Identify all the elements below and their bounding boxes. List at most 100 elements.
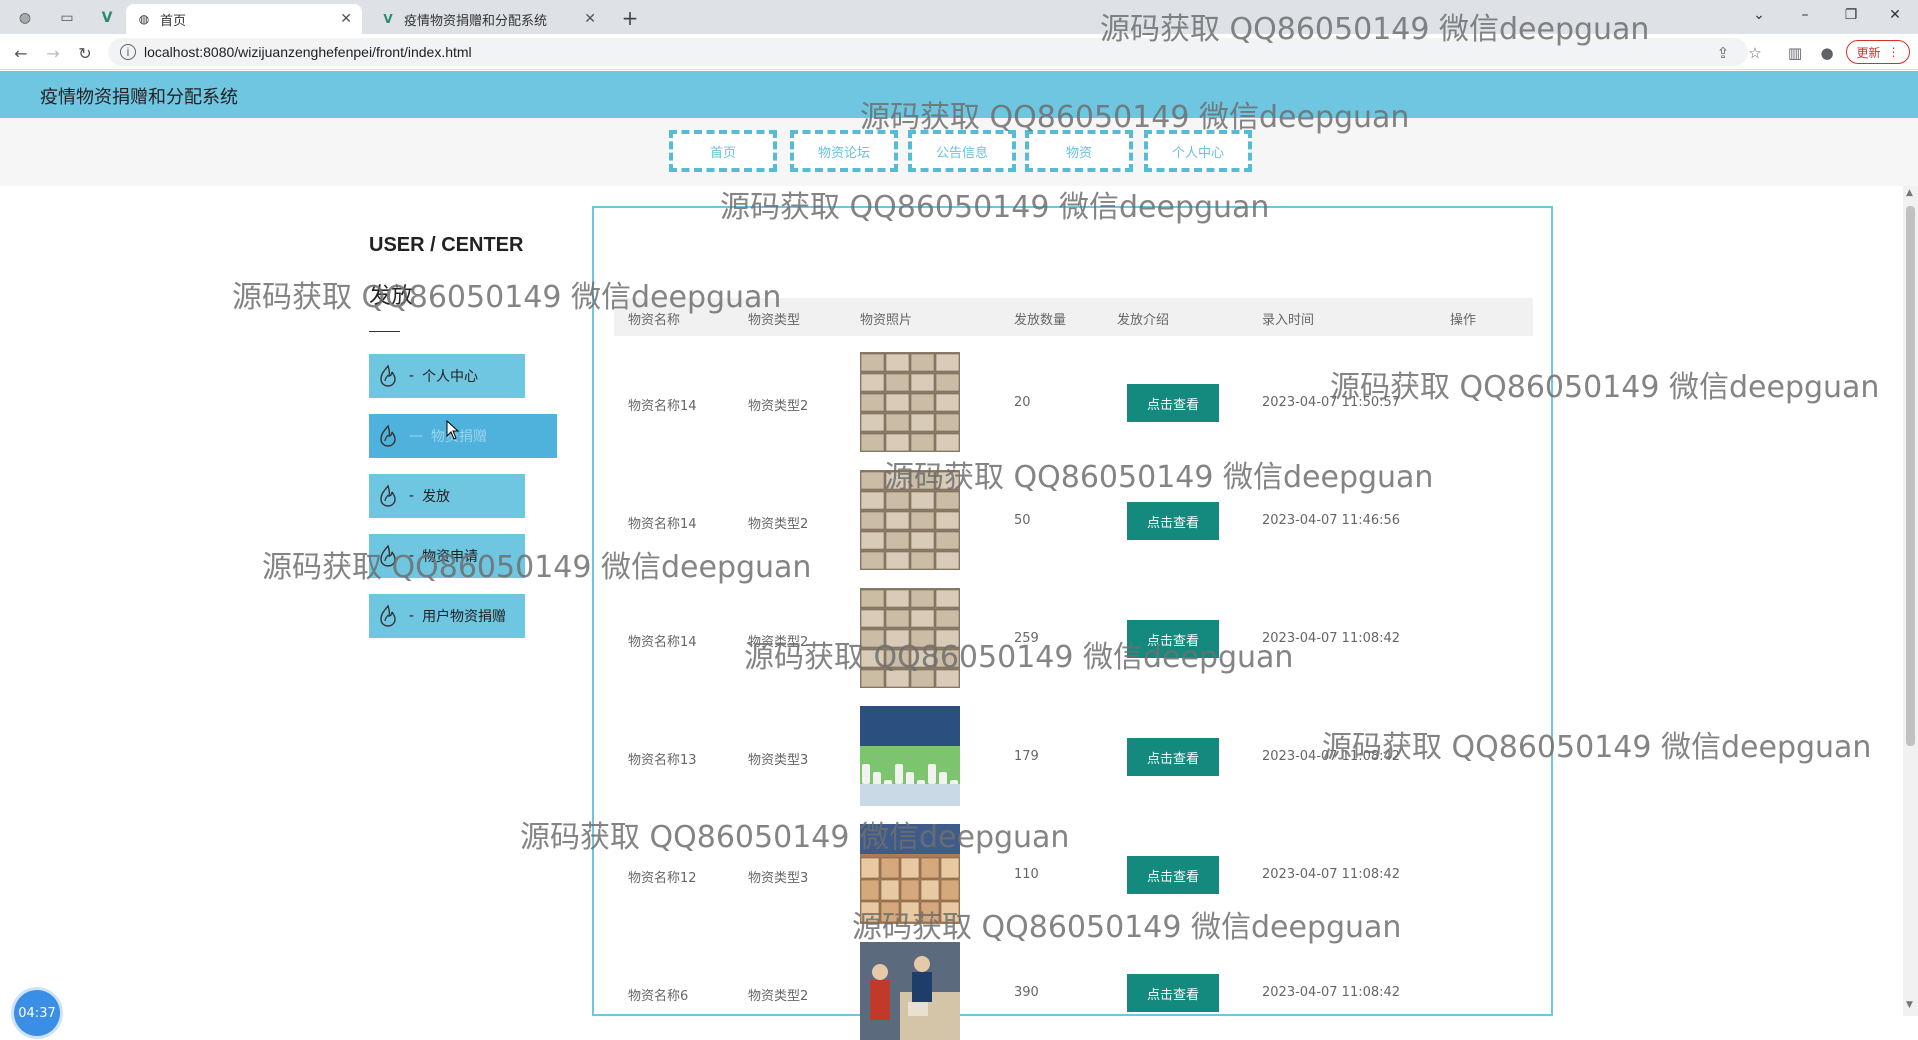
supply-type: 物资类型2 (748, 989, 809, 1004)
view-details-button[interactable]: 点击查看 (1127, 384, 1219, 422)
nav-notices[interactable]: 公告信息 (908, 130, 1016, 172)
menu-separator: — (409, 428, 423, 444)
close-icon[interactable]: ✕ (340, 11, 352, 27)
supply-name: 物资名称14 (628, 399, 697, 414)
view-details-button[interactable]: 点击查看 (1127, 974, 1219, 1012)
arrow-right-icon: → (46, 43, 60, 63)
supply-photo (860, 942, 960, 1040)
menu-item[interactable]: - 个人中心 (369, 354, 525, 398)
supply-type: 物资类型3 (748, 753, 809, 768)
content-panel: 物资名称 物资类型 物资照片 发放数量 发放介绍 录入时间 操作 物资名称14 物… (592, 206, 1553, 1040)
flame-icon (380, 604, 396, 627)
supply-type: 物资类型2 (748, 635, 809, 650)
tab-search-chevron-icon[interactable]: ⌄ (1736, 0, 1782, 30)
supply-name: 物资名称13 (628, 753, 697, 768)
update-button[interactable]: 更新 ⋮ (1846, 40, 1910, 64)
nav-user-center[interactable]: 个人中心 (1144, 130, 1252, 172)
flame-icon (380, 364, 396, 387)
browser-toolbar: ← → ↻ i localhost:8080/wizijuanzenghefen… (0, 34, 1918, 70)
url-text: localhost:8080/wizijuanzenghefenpei/fron… (144, 44, 472, 60)
page-scrollbar[interactable]: ▲ ▼ (1903, 186, 1918, 1016)
view-details-button[interactable]: 点击查看 (1127, 738, 1219, 776)
info-icon[interactable]: i (120, 44, 136, 60)
blank-page-icon: ▭ (60, 10, 74, 26)
entry-time: 2023-04-07 11:08:42 (1262, 631, 1401, 646)
menu-item[interactable]: — 物资捐赠 (369, 414, 557, 458)
supply-photo (860, 470, 960, 570)
profile-icon[interactable]: ● (1816, 42, 1838, 64)
forward-button[interactable]: → (40, 40, 66, 66)
entry-time: 2023-04-07 11:08:42 (1262, 867, 1401, 882)
table-row: 物资名称14 物资类型2 259 点击查看 2023-04-07 11:08:42 (614, 580, 1533, 698)
update-label: 更新 (1856, 45, 1881, 60)
tab-home[interactable]: ◍ 首页 ✕ (126, 4, 362, 34)
restore-button[interactable]: ❐ (1828, 0, 1874, 30)
globe-icon: ◍ (138, 12, 150, 26)
nav-forum[interactable]: 物资论坛 (790, 130, 898, 172)
supply-type: 物资类型3 (748, 871, 809, 886)
table-row: 物资名称12 物资类型3 110 点击查看 2023-04-07 11:08:42 (614, 816, 1533, 934)
new-tab-button[interactable]: + (616, 4, 644, 32)
column-header: 发放数量 (1014, 313, 1067, 328)
bookmark-star-icon[interactable]: ☆ (1744, 42, 1766, 64)
table-row: 物资名称13 物资类型3 179 点击查看 2023-04-07 11:08:42 (614, 698, 1533, 816)
pinned-tab-vue[interactable]: V (88, 4, 126, 32)
scroll-thumb[interactable] (1906, 206, 1915, 746)
menu-item[interactable]: - 用户物资捐赠 (369, 594, 525, 638)
arrow-left-icon: ← (14, 43, 28, 63)
table-row: 物资名称6 物资类型2 390 点击查看 2023-04-07 11:08:42 (614, 934, 1533, 1040)
quantity: 20 (1014, 395, 1031, 410)
timer-badge[interactable]: 04:37 (14, 990, 60, 1036)
main-nav: 首页 物资论坛 公告信息 物资 个人中心 (0, 118, 1918, 186)
column-header: 物资照片 (860, 313, 913, 328)
view-details-button[interactable]: 点击查看 (1127, 856, 1219, 894)
mouse-cursor-icon (446, 420, 460, 440)
table-row: 物资名称14 物资类型2 50 点击查看 2023-04-07 11:46:56 (614, 462, 1533, 580)
tab-system[interactable]: V 疫情物资捐赠和分配系统 ✕ (370, 4, 606, 34)
menu-item[interactable]: - 物资申请 (369, 534, 525, 578)
back-button[interactable]: ← (8, 40, 34, 66)
quantity: 179 (1014, 749, 1039, 764)
tab-title: 疫情物资捐赠和分配系统 (404, 13, 548, 29)
user-center-subtitle: 发放 (369, 284, 414, 309)
browser-tab-strip: ◍ ▭ V ◍ 首页 ✕ V 疫情物资捐赠和分配系统 ✕ + ⌄ – ❐ ✕ (0, 0, 1918, 34)
vue-logo-icon: V (383, 12, 393, 26)
user-center-title: USER / CENTER (369, 234, 524, 256)
share-icon[interactable]: ⇪ (1712, 42, 1734, 64)
column-header: 发放介绍 (1117, 313, 1170, 328)
quantity: 110 (1014, 867, 1039, 882)
column-header: 操作 (1450, 313, 1477, 328)
menu-item-label: 物资申请 (422, 549, 479, 565)
entry-time: 2023-04-07 11:08:42 (1262, 985, 1401, 1000)
quantity: 390 (1014, 985, 1039, 1000)
site-title: 疫情物资捐赠和分配系统 (40, 87, 238, 108)
view-details-button[interactable]: 点击查看 (1127, 620, 1219, 658)
menu-separator: - (409, 488, 415, 504)
nav-supplies[interactable]: 物资 (1025, 130, 1133, 172)
close-icon[interactable]: ✕ (584, 11, 596, 27)
menu-item-label: 发放 (422, 489, 451, 505)
supply-name: 物资名称12 (628, 871, 697, 886)
supply-name: 物资名称6 (628, 989, 689, 1004)
supply-name: 物资名称14 (628, 635, 697, 650)
nav-home[interactable]: 首页 (669, 130, 777, 172)
menu-item-label: 个人中心 (422, 369, 479, 385)
scroll-down-icon[interactable]: ▼ (1906, 1000, 1913, 1010)
address-bar[interactable]: i localhost:8080/wizijuanzenghefenpei/fr… (108, 38, 1748, 66)
reload-icon: ↻ (78, 43, 92, 63)
scroll-up-icon[interactable]: ▲ (1906, 188, 1913, 198)
menu-item[interactable]: - 发放 (369, 474, 525, 518)
reload-button[interactable]: ↻ (72, 40, 98, 66)
close-window-button[interactable]: ✕ (1872, 0, 1918, 30)
pinned-tab-globe[interactable]: ◍ (6, 4, 44, 32)
quantity: 50 (1014, 513, 1031, 528)
column-header: 物资类型 (748, 313, 801, 328)
supply-photo (860, 352, 960, 452)
column-header: 物资名称 (628, 313, 681, 328)
view-details-button[interactable]: 点击查看 (1127, 502, 1219, 540)
minimize-button[interactable]: – (1782, 0, 1828, 30)
side-panel-icon[interactable]: ▥ (1784, 42, 1806, 64)
pinned-tab-blank[interactable]: ▭ (48, 4, 86, 32)
entry-time: 2023-04-07 11:46:56 (1262, 513, 1401, 528)
table-header: 物资名称 物资类型 物资照片 发放数量 发放介绍 录入时间 操作 (614, 298, 1533, 336)
